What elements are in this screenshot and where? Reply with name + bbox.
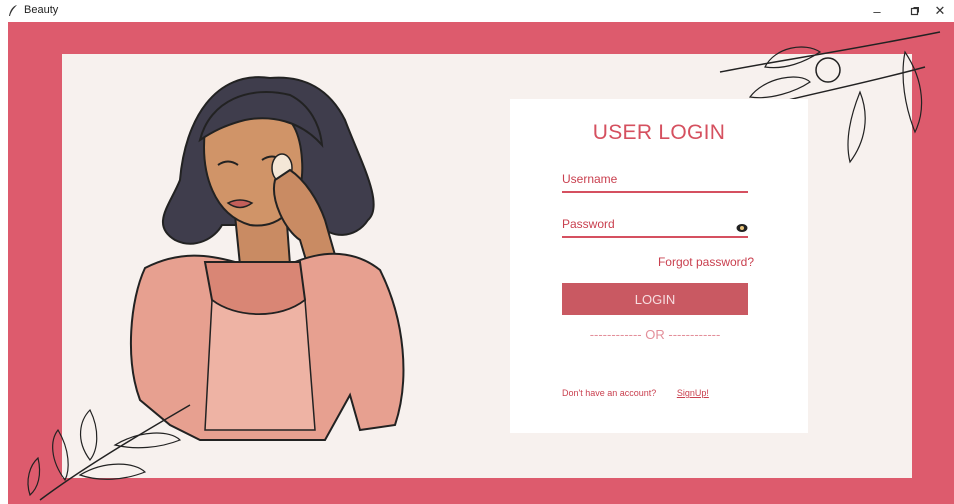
forgot-password-link[interactable]: Forgot password? [658,255,754,269]
branch-decoration-bottom-left [27,404,191,501]
close-button[interactable]: ✕ [926,0,954,22]
login-title: USER LOGIN [592,121,726,144]
title-bar: Beauty – ✕ [0,0,954,22]
no-account-text: Don't have an account? [562,388,657,398]
eye-icon[interactable] [736,223,748,233]
username-underline [562,191,748,193]
password-underline [562,236,748,238]
restore-icon [910,7,919,16]
password-field[interactable]: Password [562,217,615,231]
login-card: USER LOGIN Username Password Forgot pass… [510,99,808,433]
username-field[interactable]: Username [562,172,617,186]
minimize-button[interactable]: – [858,0,896,22]
feather-icon [9,5,17,16]
login-button[interactable]: LOGIN [562,283,748,315]
window-title: Beauty [24,4,59,16]
signup-link[interactable]: SignUp! [677,388,709,398]
signup-row: Don't have an account? SignUp! [562,388,709,398]
or-divider: ------------ OR ------------ [589,327,721,342]
